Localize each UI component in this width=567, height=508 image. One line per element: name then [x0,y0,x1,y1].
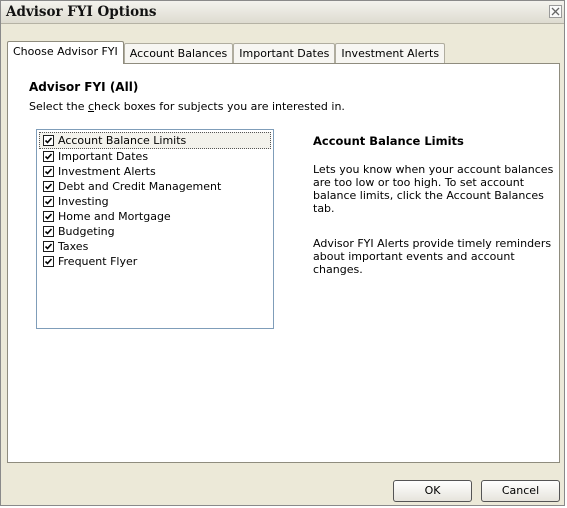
checkmark-icon [44,183,53,190]
tab-account-balances[interactable]: Account Balances [123,43,234,64]
subject-label: Taxes [58,240,89,253]
checkmark-icon [44,153,53,160]
dialog-window: Advisor FYI Options Choose Advisor FYI A… [0,0,565,506]
checkbox[interactable] [43,241,54,252]
subject-item-investment-alerts[interactable]: Investment Alerts [37,164,273,179]
subject-item-investing[interactable]: Investing [37,194,273,209]
ok-button[interactable]: OK [393,480,472,502]
instruction-text: Select the check boxes for subjects you … [29,100,345,113]
tab-important-dates[interactable]: Important Dates [233,43,336,64]
subject-item-budgeting[interactable]: Budgeting [37,224,273,239]
subject-label: Investing [58,195,109,208]
checkbox[interactable] [43,211,54,222]
checkbox[interactable] [43,226,54,237]
checkbox[interactable] [43,166,54,177]
subject-item-debt-credit[interactable]: Debt and Credit Management [37,179,273,194]
detail-title: Account Balance Limits [313,134,464,148]
checkmark-icon [44,213,53,220]
subject-item-frequent-flyer[interactable]: Frequent Flyer [37,254,273,269]
checkbox[interactable] [43,151,54,162]
tab-choose-advisor-fyi[interactable]: Choose Advisor FYI [7,41,124,64]
subject-label: Debt and Credit Management [58,180,222,193]
tab-strip: Choose Advisor FYI Account Balances Impo… [7,41,446,64]
checkmark-icon [44,137,53,144]
checkmark-icon [44,168,53,175]
subject-label: Investment Alerts [58,165,156,178]
subject-item-important-dates[interactable]: Important Dates [37,149,273,164]
subject-label: Budgeting [58,225,115,238]
subject-label: Home and Mortgage [58,210,171,223]
window-title: Advisor FYI Options [6,4,157,20]
subject-label: Account Balance Limits [58,134,187,147]
subject-label: Important Dates [58,150,149,163]
checkbox[interactable] [43,135,54,146]
title-bar: Advisor FYI Options [1,1,564,24]
detail-note: Advisor FYI Alerts provide timely remind… [313,237,552,276]
tab-investment-alerts[interactable]: Investment Alerts [335,43,446,64]
cancel-button[interactable]: Cancel [481,480,560,502]
checkmark-icon [44,258,53,265]
subject-item-home-mortgage[interactable]: Home and Mortgage [37,209,273,224]
checkbox[interactable] [43,196,54,207]
checkmark-icon [44,228,53,235]
checkmark-icon [44,198,53,205]
checkbox[interactable] [43,181,54,192]
checkmark-icon [44,243,53,250]
close-icon [551,7,560,16]
subjects-listbox[interactable]: Account Balance Limits Important Dates I… [36,129,274,329]
section-heading: Advisor FYI (All) [29,80,139,94]
close-button[interactable] [549,5,562,18]
subject-label: Frequent Flyer [58,255,138,268]
detail-description: Lets you know when your account balances… [313,163,554,215]
checkbox[interactable] [43,256,54,267]
subject-item-taxes[interactable]: Taxes [37,239,273,254]
subject-item-account-balance-limits[interactable]: Account Balance Limits [39,132,271,149]
